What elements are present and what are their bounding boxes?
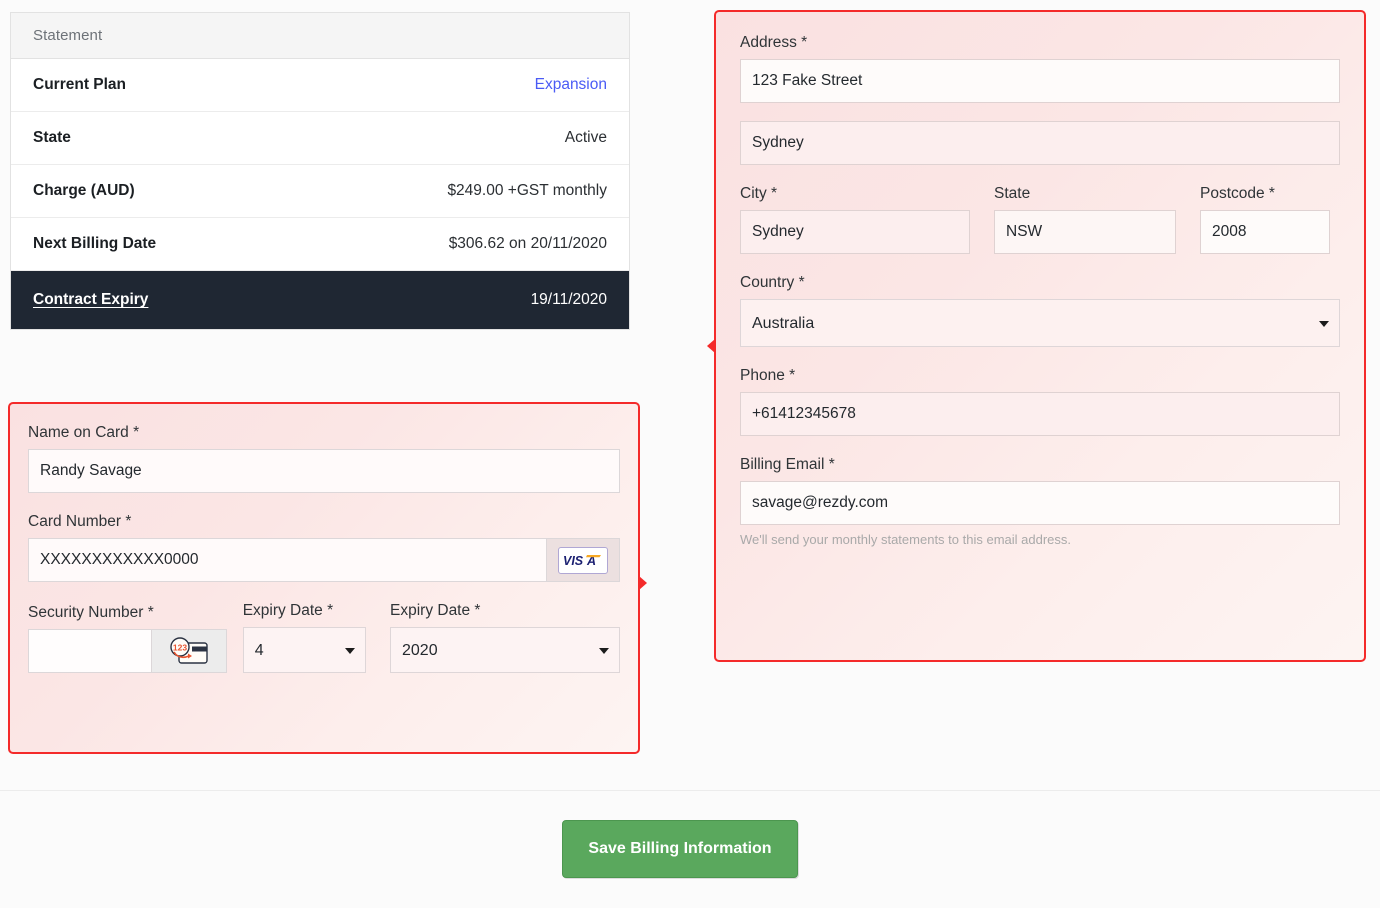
left-column: Statement Current Plan Expansion State A… xyxy=(10,12,630,330)
billing-settings-page: Statement Current Plan Expansion State A… xyxy=(0,0,1380,908)
expiry-month-select[interactable]: 4 xyxy=(242,627,366,673)
expiry-year-label: Expiry Date * xyxy=(390,602,481,619)
statement-panel: Statement Current Plan Expansion State A… xyxy=(10,12,630,330)
credit-card-cvv-icon-svg: 123 xyxy=(169,637,208,664)
visa-logo-svg: VIS A xyxy=(563,554,601,568)
security-number-input[interactable] xyxy=(28,629,151,673)
card-number-label: Card Number * xyxy=(28,513,132,530)
postcode-input[interactable] xyxy=(1200,210,1330,254)
city-state-postcode-row: City * State Postcode * xyxy=(740,185,1340,254)
city-input[interactable] xyxy=(740,210,970,254)
state-group: State xyxy=(994,185,1176,254)
country-select[interactable]: Australia xyxy=(740,299,1340,347)
state-label: State xyxy=(994,185,1031,202)
row-value-contract-expiry: 19/11/2020 xyxy=(530,291,607,308)
name-on-card-label: Name on Card * xyxy=(28,424,140,441)
svg-text:123: 123 xyxy=(173,643,187,653)
billing-email-label: Billing Email * xyxy=(740,456,835,473)
address-line1-input[interactable] xyxy=(740,59,1340,103)
cvv-help-icon[interactable]: 123 xyxy=(150,629,227,673)
address-line2-input[interactable] xyxy=(740,121,1340,165)
expiry-year-group: Expiry Date * 2020 xyxy=(390,602,620,673)
row-label-state: State xyxy=(33,129,71,146)
table-row: Current Plan Expansion xyxy=(11,59,629,112)
billing-email-input[interactable] xyxy=(740,481,1340,525)
visa-icon: VIS A xyxy=(558,546,608,574)
card-brand-container: VIS A xyxy=(546,538,620,582)
statement-panel-header: Statement xyxy=(11,13,629,59)
table-row: State Active xyxy=(11,112,629,165)
security-number-group: Security Number * 123 xyxy=(28,604,227,673)
postcode-label: Postcode * xyxy=(1200,185,1275,202)
validation-notch-icon xyxy=(639,576,647,590)
expiry-year-select[interactable]: 2020 xyxy=(390,627,620,673)
row-value-next-billing-date: $306.62 on 20/11/2020 xyxy=(448,235,607,252)
security-and-expiry-row: Security Number * 123 Expiry Date * 4 Ex… xyxy=(28,602,620,673)
row-label-charge: Charge (AUD) xyxy=(33,182,135,199)
footer-divider xyxy=(0,790,1380,791)
billing-email-helper-text: We'll send your monthly statements to th… xyxy=(740,532,1071,547)
city-group: City * xyxy=(740,185,970,254)
billing-address-panel: Address * City * State Postcode * Countr… xyxy=(707,10,1366,662)
card-number-input[interactable] xyxy=(28,538,546,582)
address-label: Address * xyxy=(740,34,808,51)
validation-notch-icon xyxy=(707,339,715,353)
row-value-state: Active xyxy=(564,129,607,146)
row-label-next-billing-date: Next Billing Date xyxy=(33,235,157,252)
row-label-contract-expiry[interactable]: Contract Expiry xyxy=(33,291,148,309)
row-value-current-plan[interactable]: Expansion xyxy=(535,76,607,94)
expiry-month-group: Expiry Date * 4 xyxy=(242,602,366,673)
card-number-group: VIS A xyxy=(28,538,620,582)
phone-input[interactable] xyxy=(740,392,1340,436)
security-number-label: Security Number * xyxy=(28,604,154,621)
row-value-charge: $249.00 +GST monthly xyxy=(447,182,607,199)
row-label-current-plan: Current Plan xyxy=(33,76,127,93)
table-row: Charge (AUD) $249.00 +GST monthly xyxy=(11,165,629,218)
expiry-month-label: Expiry Date * xyxy=(242,602,334,619)
name-on-card-input[interactable] xyxy=(28,449,620,493)
city-label: City * xyxy=(740,185,778,202)
postcode-group: Postcode * xyxy=(1200,185,1330,254)
table-row: Next Billing Date $306.62 on 20/11/2020 xyxy=(11,218,629,271)
card-details-panel: Name on Card * Card Number * VIS A Secur… xyxy=(8,402,647,754)
phone-label: Phone * xyxy=(740,367,796,384)
svg-text:VIS: VIS xyxy=(563,554,584,568)
table-row-contract-expiry: Contract Expiry 19/11/2020 xyxy=(11,271,629,329)
state-input[interactable] xyxy=(994,210,1176,254)
save-billing-information-button[interactable]: Save Billing Information xyxy=(562,820,798,878)
country-label: Country * xyxy=(740,274,805,291)
